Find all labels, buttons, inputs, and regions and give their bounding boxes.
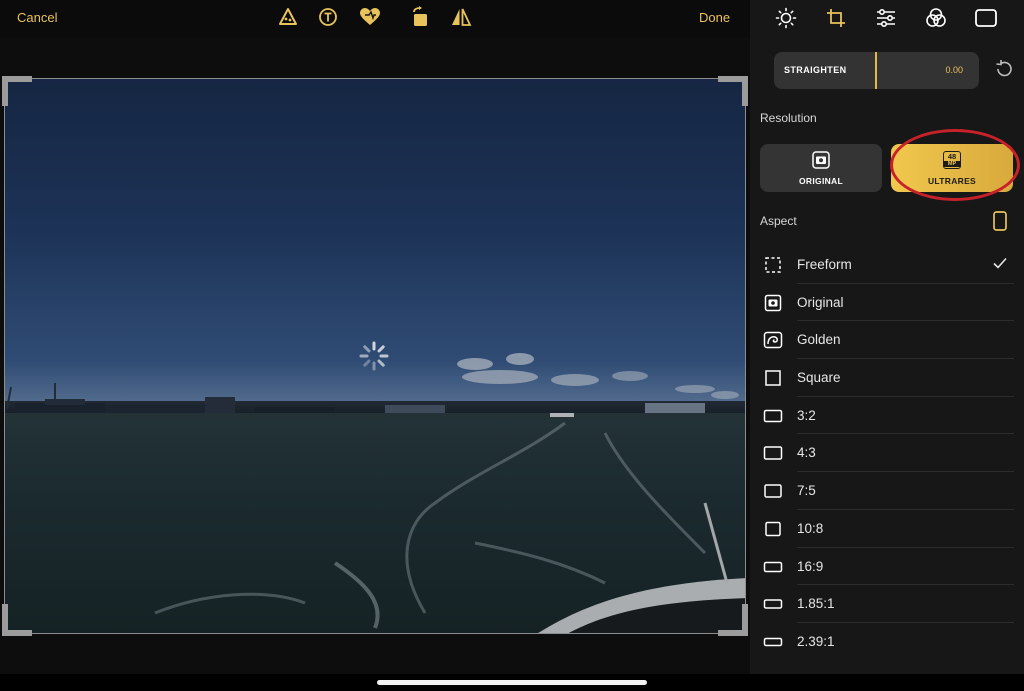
- aspect-item-freeform[interactable]: Freeform: [750, 246, 1024, 284]
- ratio-2-39-icon: [763, 633, 783, 651]
- magic-wand-icon[interactable]: [277, 6, 299, 28]
- checkmark-icon: [993, 257, 1007, 269]
- top-toolbar: Cancel Done: [0, 0, 750, 38]
- resolution-ultrares-button[interactable]: 48 MP ULTRARES: [891, 144, 1013, 192]
- aspect-item-16-9[interactable]: 16:9: [750, 548, 1024, 586]
- aspect-item-2-39-1[interactable]: 2.39:1: [750, 623, 1024, 661]
- ultrares-badge-top: 48: [947, 152, 957, 161]
- aspect-item-label: 4:3: [797, 445, 816, 461]
- aspect-item-label: 2.39:1: [797, 633, 835, 649]
- ratio-16-9-icon: [763, 558, 783, 576]
- frame-icon[interactable]: [974, 6, 998, 30]
- square-icon: [763, 369, 783, 387]
- sliders-icon[interactable]: [874, 6, 898, 30]
- ratio-1-85-icon: [763, 595, 783, 613]
- straighten-value: 0.00: [945, 65, 963, 75]
- text-icon[interactable]: [317, 6, 339, 28]
- aspect-item-1-85-1[interactable]: 1.85:1: [750, 585, 1024, 623]
- ultrares-badge-bottom: MP: [944, 161, 960, 167]
- aspect-item-label: 7:5: [797, 483, 816, 499]
- aspect-item-label: 10:8: [797, 520, 824, 536]
- resolution-title: Resolution: [760, 111, 817, 125]
- original-photo-icon: [763, 294, 783, 312]
- ratio-3-2-icon: [763, 407, 783, 425]
- ratio-4-3-icon: [763, 444, 783, 462]
- aspect-item-label: Square: [797, 370, 841, 386]
- cancel-button[interactable]: Cancel: [17, 10, 57, 25]
- resolution-ultrares-label: ULTRARES: [927, 176, 977, 186]
- crop-handle-bottom-left-h[interactable]: [2, 630, 32, 636]
- crop-handle-bottom-right-h[interactable]: [718, 630, 748, 636]
- rotate-icon[interactable]: [409, 6, 431, 28]
- aspect-item-10-8[interactable]: 10:8: [750, 510, 1024, 548]
- aspect-item-label: 1.85:1: [797, 596, 835, 612]
- aspect-item-label: Original: [797, 294, 844, 310]
- home-indicator[interactable]: [377, 680, 647, 685]
- freeform-icon: [763, 256, 783, 274]
- crop-rotate-icon[interactable]: [824, 6, 848, 30]
- color-circles-icon[interactable]: [924, 6, 948, 30]
- ratio-7-5-icon: [763, 482, 783, 500]
- straighten-marker[interactable]: [875, 52, 877, 89]
- straighten-label: STRAIGHTEN: [784, 65, 847, 75]
- aspect-list: Freeform Original Golden Square 3:2 4:3 …: [750, 246, 1024, 661]
- loading-spinner-icon: [359, 341, 389, 371]
- straighten-slider[interactable]: STRAIGHTEN 0.00: [774, 52, 979, 89]
- aspect-item-label: 16:9: [797, 558, 824, 574]
- aspect-item-4-3[interactable]: 4:3: [750, 434, 1024, 473]
- resolution-original-label: ORIGINAL: [799, 176, 843, 186]
- aspect-item-square[interactable]: Square: [750, 359, 1024, 397]
- camera-icon: [812, 151, 830, 169]
- aspect-item-label: Golden: [797, 332, 841, 348]
- aspect-item-7-5[interactable]: 7:5: [750, 472, 1024, 510]
- right-panel: STRAIGHTEN 0.00 Resolution ORIGINAL 48 M…: [750, 0, 1024, 674]
- adjust-light-icon[interactable]: [774, 6, 798, 30]
- flip-icon[interactable]: [450, 6, 472, 28]
- aspect-item-label: Freeform: [797, 257, 852, 272]
- ultrares-badge-icon: 48 MP: [943, 151, 961, 169]
- aspect-item-label: 3:2: [797, 407, 816, 423]
- ratio-10-8-icon: [763, 520, 783, 538]
- heart-icon[interactable]: [359, 6, 381, 28]
- reset-icon[interactable]: [993, 58, 1015, 80]
- aspect-item-original[interactable]: Original: [750, 284, 1024, 322]
- resolution-original-button[interactable]: ORIGINAL: [760, 144, 882, 192]
- aspect-title: Aspect: [760, 214, 797, 228]
- done-button[interactable]: Done: [699, 10, 730, 25]
- crop-handle-top-right-h[interactable]: [718, 76, 748, 82]
- golden-spiral-icon: [763, 331, 783, 349]
- orientation-toggle-icon[interactable]: [990, 210, 1010, 232]
- aspect-item-golden[interactable]: Golden: [750, 321, 1024, 360]
- aspect-item-3-2[interactable]: 3:2: [750, 397, 1024, 435]
- crop-handle-top-left-h[interactable]: [2, 76, 32, 82]
